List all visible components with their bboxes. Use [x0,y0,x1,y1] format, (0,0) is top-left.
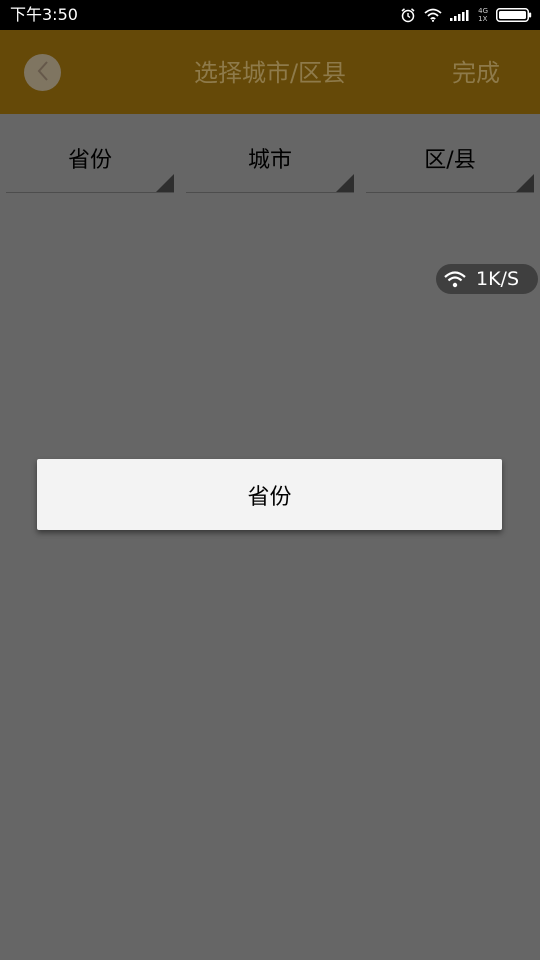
done-button[interactable]: 完成 [452,58,500,88]
signal-icon [450,9,470,21]
network-type: 4G 1X [478,7,488,23]
district-spinner[interactable]: 区/县 [366,136,534,193]
app-header: 选择城市/区县 完成 [0,30,540,114]
province-spinner[interactable]: 省份 [6,136,174,193]
dropdown-popup: 省份 [37,459,502,530]
status-icons: 4G 1X [400,5,532,25]
speed-text: 1K/S [476,268,520,290]
network-type-bottom: 1X [478,15,488,23]
status-time: 下午3:50 [10,5,78,24]
spinner-label: 区/县 [424,148,476,173]
network-speed-badge: 1K/S [436,264,538,294]
dropdown-corner-icon [516,174,534,192]
city-spinner[interactable]: 城市 [186,136,354,193]
dropdown-corner-icon [156,174,174,192]
spinner-label: 城市 [247,148,292,173]
dropdown-option[interactable]: 省份 [37,459,502,530]
status-bar: 下午3:50 4G 1X [0,0,540,30]
network-type-top: 4G [478,7,488,15]
spinner-label: 省份 [67,148,112,173]
alarm-icon [400,7,416,23]
wifi-icon [436,270,466,288]
wifi-icon [424,8,442,22]
dropdown-corner-icon [336,174,354,192]
battery-icon [496,8,532,22]
